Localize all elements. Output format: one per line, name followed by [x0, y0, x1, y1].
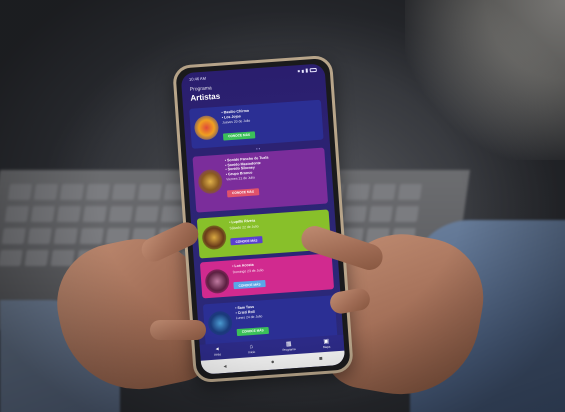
learn-more-button[interactable]: CONOCE MÁS	[236, 326, 269, 336]
nav-home-icon[interactable]: ●	[271, 360, 275, 366]
nav-back-icon[interactable]: ◂	[223, 362, 226, 369]
artist-card-info: Los Acosta Domingo 23 de Julio CONOCE MÁ…	[232, 258, 330, 292]
tab-map[interactable]: ▣ Mapa	[322, 339, 331, 350]
tab-program[interactable]: ▦ Programa	[282, 341, 296, 352]
page-title: Artistas	[190, 91, 221, 103]
tab-label: Atrás	[213, 352, 222, 357]
learn-more-button[interactable]: CONOCE MÁS	[230, 236, 263, 246]
signal-icon	[297, 70, 300, 73]
left-finger	[150, 320, 206, 340]
artist-card[interactable]: Basilio Chirmo Los Jojos Jueves 20 de Ju…	[189, 99, 324, 149]
artist-photo	[201, 224, 227, 251]
artist-card[interactable]: Sonido Pancho de Tuxla Sonido Mastodonte…	[192, 147, 329, 213]
battery-icon	[309, 67, 317, 73]
learn-more-button[interactable]: CONOCE MÁS	[226, 188, 260, 198]
page-header: Programa Artistas	[190, 85, 221, 103]
tab-label: Mapa	[322, 344, 331, 350]
artist-photo	[197, 168, 224, 195]
tab-label: Inicio	[248, 349, 256, 355]
photo-background: 10:46 AM Programa Artistas • Basilio Chi…	[0, 0, 565, 412]
status-time: 10:46 AM	[188, 75, 207, 82]
artist-card-info: Sonido Pancho de Tuxla Sonido Mastodonte…	[225, 152, 324, 200]
artist-card[interactable]: Los Acosta Domingo 23 de Julio CONOCE MÁ…	[199, 253, 335, 299]
nav-recent-icon[interactable]: ■	[319, 356, 323, 362]
status-icons	[297, 67, 317, 73]
window-light	[405, 0, 565, 160]
artist-photo	[204, 268, 231, 295]
artist-card-info: Sam Tuss Cristi Roll Lunes 24 de Julio C…	[235, 299, 333, 338]
tab-back[interactable]: ◂ Atrás	[213, 346, 221, 356]
learn-more-button[interactable]: CONOCE MÁS	[233, 280, 266, 290]
tab-home[interactable]: ⌂ Inicio	[248, 344, 256, 355]
tab-label: Programa	[282, 347, 296, 352]
artist-card-info: Basilio Chirmo Los Jojos Jueves 20 de Ju…	[221, 104, 319, 143]
artist-photo	[207, 310, 233, 337]
learn-more-button[interactable]: CONOCE MÁS	[222, 131, 256, 141]
event-logo-image	[193, 114, 220, 141]
status-bar: 10:46 AM	[181, 63, 325, 85]
